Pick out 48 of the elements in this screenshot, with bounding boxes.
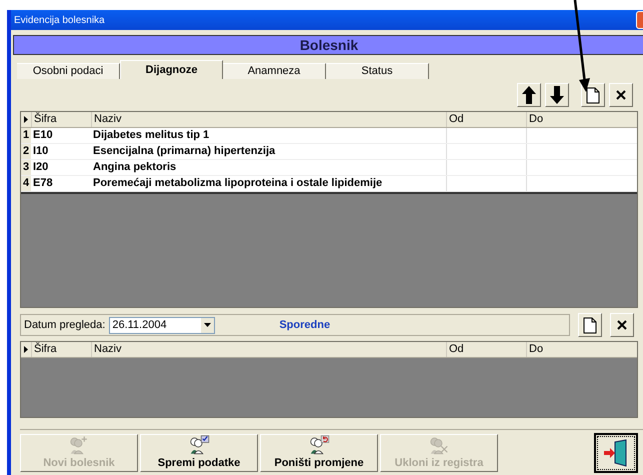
close-icon: [616, 90, 626, 100]
row-number: 1: [21, 128, 31, 143]
tab[interactable]: Status: [326, 63, 429, 79]
exam-date-label: Datum pregleda:: [24, 318, 106, 333]
column-header: Od: [446, 342, 526, 357]
new-button[interactable]: [581, 83, 605, 107]
section-label: Sporedne: [279, 318, 330, 333]
arrow-up-icon: [522, 86, 536, 104]
column-header: Šifra: [31, 112, 91, 127]
column-header: Naziv: [91, 112, 446, 127]
move-up-button[interactable]: [517, 83, 541, 107]
action-button[interactable]: Spremi podatke: [140, 434, 258, 472]
move-down-button[interactable]: [545, 83, 569, 107]
blank-page-icon: [583, 316, 597, 334]
row-pointer-icon: [24, 116, 28, 123]
tab[interactable]: Dijagnoze: [120, 60, 223, 79]
column-header: Do: [526, 112, 637, 127]
action-button[interactable]: Poništi promjene: [260, 434, 378, 472]
exit-button[interactable]: [594, 433, 638, 473]
date-value: 26.11.2004: [111, 318, 168, 333]
new-button[interactable]: [578, 313, 602, 337]
row-pointer-icon: [24, 346, 28, 353]
table-cell-text: I10: [32, 144, 50, 159]
blank-page-icon: [586, 86, 600, 104]
column-header: Naziv: [91, 342, 446, 357]
window-title: Evidencija bolesnika: [14, 14, 105, 28]
table-cell-text: E10: [32, 128, 54, 143]
tab[interactable]: Anamneza: [223, 63, 326, 79]
column-header: Do: [526, 342, 637, 357]
close-icon: [617, 320, 627, 330]
arrow-down-icon: [550, 86, 564, 104]
table-cell-text: Esencijalna (primarna) hipertenzija: [92, 144, 276, 159]
table-cell-text: Poremećaji metabolizma lipoproteina i ostale lipidemije: [92, 176, 384, 191]
dropdown-arrow-icon: [204, 323, 212, 327]
table-cell-text: E78: [32, 176, 54, 191]
table-cell-text: I20: [32, 160, 50, 175]
delete-button[interactable]: [609, 83, 633, 107]
column-header: Od: [446, 112, 526, 127]
row-number: 2: [21, 144, 31, 159]
delete-button[interactable]: [610, 313, 634, 337]
column-header: Šifra: [31, 342, 91, 357]
section-header: Bolesnik: [13, 35, 643, 55]
row-number: 3: [21, 160, 31, 175]
table-cell-text: Angina pektoris: [92, 160, 178, 175]
tab[interactable]: Osobni podaci: [17, 63, 120, 79]
date-dropdown[interactable]: 26.11.2004: [109, 316, 216, 334]
row-number: 4: [21, 176, 31, 191]
table-cell-text: Dijabetes melitus tip 1: [92, 128, 210, 143]
